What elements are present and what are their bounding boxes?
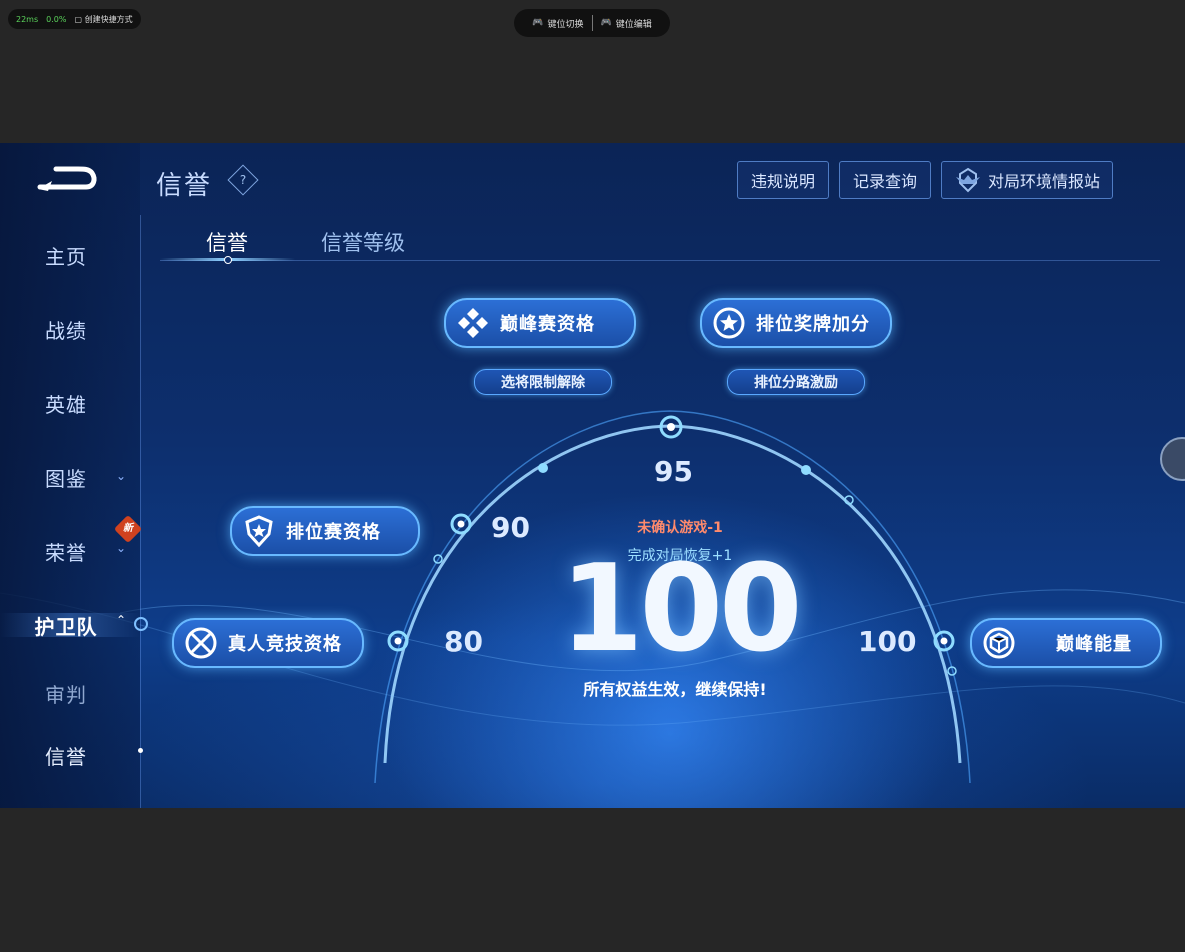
tab-active-dot [224, 256, 232, 264]
peak-energy-perk[interactable]: 巅峰能量 [970, 618, 1162, 668]
sidebar-item-judge[interactable]: 审判 [0, 679, 132, 708]
tick-80: 80 [444, 625, 483, 658]
peak-qualification-perk[interactable]: 巅峰赛资格 [444, 298, 636, 348]
sidebar-item-guard[interactable]: 护卫队 [0, 611, 132, 640]
rank-medal-bonus-perk[interactable]: 排位奖牌加分 [700, 298, 892, 348]
wing-badge-icon [955, 167, 980, 193]
diamond-cluster-icon [458, 308, 488, 338]
real-competitive-perk[interactable]: 真人竞技资格 [172, 618, 364, 668]
tick-90: 90 [491, 511, 530, 544]
sidebar-item-home[interactable]: 主页 [0, 241, 132, 270]
status-message: 所有权益生效，继续保持! [583, 680, 767, 699]
unconfirmed-game-warning: 未确认游戏-1 [637, 520, 723, 536]
key-edit-button[interactable]: 🎮 键位编辑 [601, 17, 652, 30]
sidebar-item-credit[interactable]: 信誉 [0, 741, 132, 770]
pick-limit-lift-tag[interactable]: 选将限制解除 [474, 369, 612, 395]
star-medal-icon [713, 307, 745, 339]
tab-credit[interactable]: 信誉 [206, 227, 248, 257]
gamepad-icon: 🎮 [532, 18, 544, 28]
crossed-swords-icon [185, 627, 217, 659]
tab-credit-level[interactable]: 信誉等级 [321, 227, 405, 257]
chevron-up-icon[interactable]: ⌃ [116, 613, 126, 627]
sidebar-item-record[interactable]: 战绩 [0, 315, 132, 344]
game-viewport: 主页 战绩 英雄 图鉴 ⌄ 荣誉 ⌄ 新 护卫队 ⌃ 审判 信誉 信誉 ? 违规… [0, 143, 1185, 808]
rank-lane-incentive-tag[interactable]: 排位分路激励 [727, 369, 865, 395]
tab-divider [160, 260, 1160, 261]
selected-dot [138, 748, 143, 753]
chevron-down-icon[interactable]: ⌄ [116, 541, 126, 555]
page-title: 信誉 [156, 171, 213, 201]
key-switch-button[interactable]: 🎮 键位切换 [532, 17, 583, 30]
sidebar-item-hero[interactable]: 英雄 [0, 389, 132, 418]
credit-gauge-arc [0, 410, 1185, 808]
tick-100: 100 [858, 625, 917, 658]
env-intel-button[interactable]: 对局环境情报站 [941, 161, 1113, 199]
create-shortcut-button[interactable]: ▢ 创建快捷方式 [74, 14, 132, 25]
back-arrow-icon[interactable] [34, 163, 98, 195]
tick-95: 95 [654, 455, 693, 488]
latency-text: 22ms [16, 14, 39, 24]
sidebar-item-codex[interactable]: 图鉴 [0, 463, 132, 492]
divider [591, 15, 593, 31]
chevron-down-icon[interactable]: ⌄ [116, 469, 126, 483]
active-node-icon [134, 617, 148, 631]
new-badge: 新 [113, 514, 143, 544]
performance-indicator: 22ms 0.0% ▢ 创建快捷方式 [8, 9, 141, 29]
shield-star-icon [245, 515, 273, 548]
loss-text: 0.0% [46, 14, 67, 24]
sidebar-divider [140, 215, 141, 808]
credit-score: 100 [560, 540, 803, 679]
energy-cube-icon [983, 627, 1015, 659]
violation-info-button[interactable]: 违规说明 [737, 161, 829, 199]
gamepad-icon: 🎮 [600, 18, 612, 28]
ranked-qualification-perk[interactable]: 排位赛资格 [230, 506, 420, 556]
sidebar-item-honor[interactable]: 荣誉 [0, 537, 132, 566]
key-toolbar: 🎮 键位切换 🎮 键位编辑 [514, 9, 670, 37]
record-query-button[interactable]: 记录查询 [839, 161, 931, 199]
